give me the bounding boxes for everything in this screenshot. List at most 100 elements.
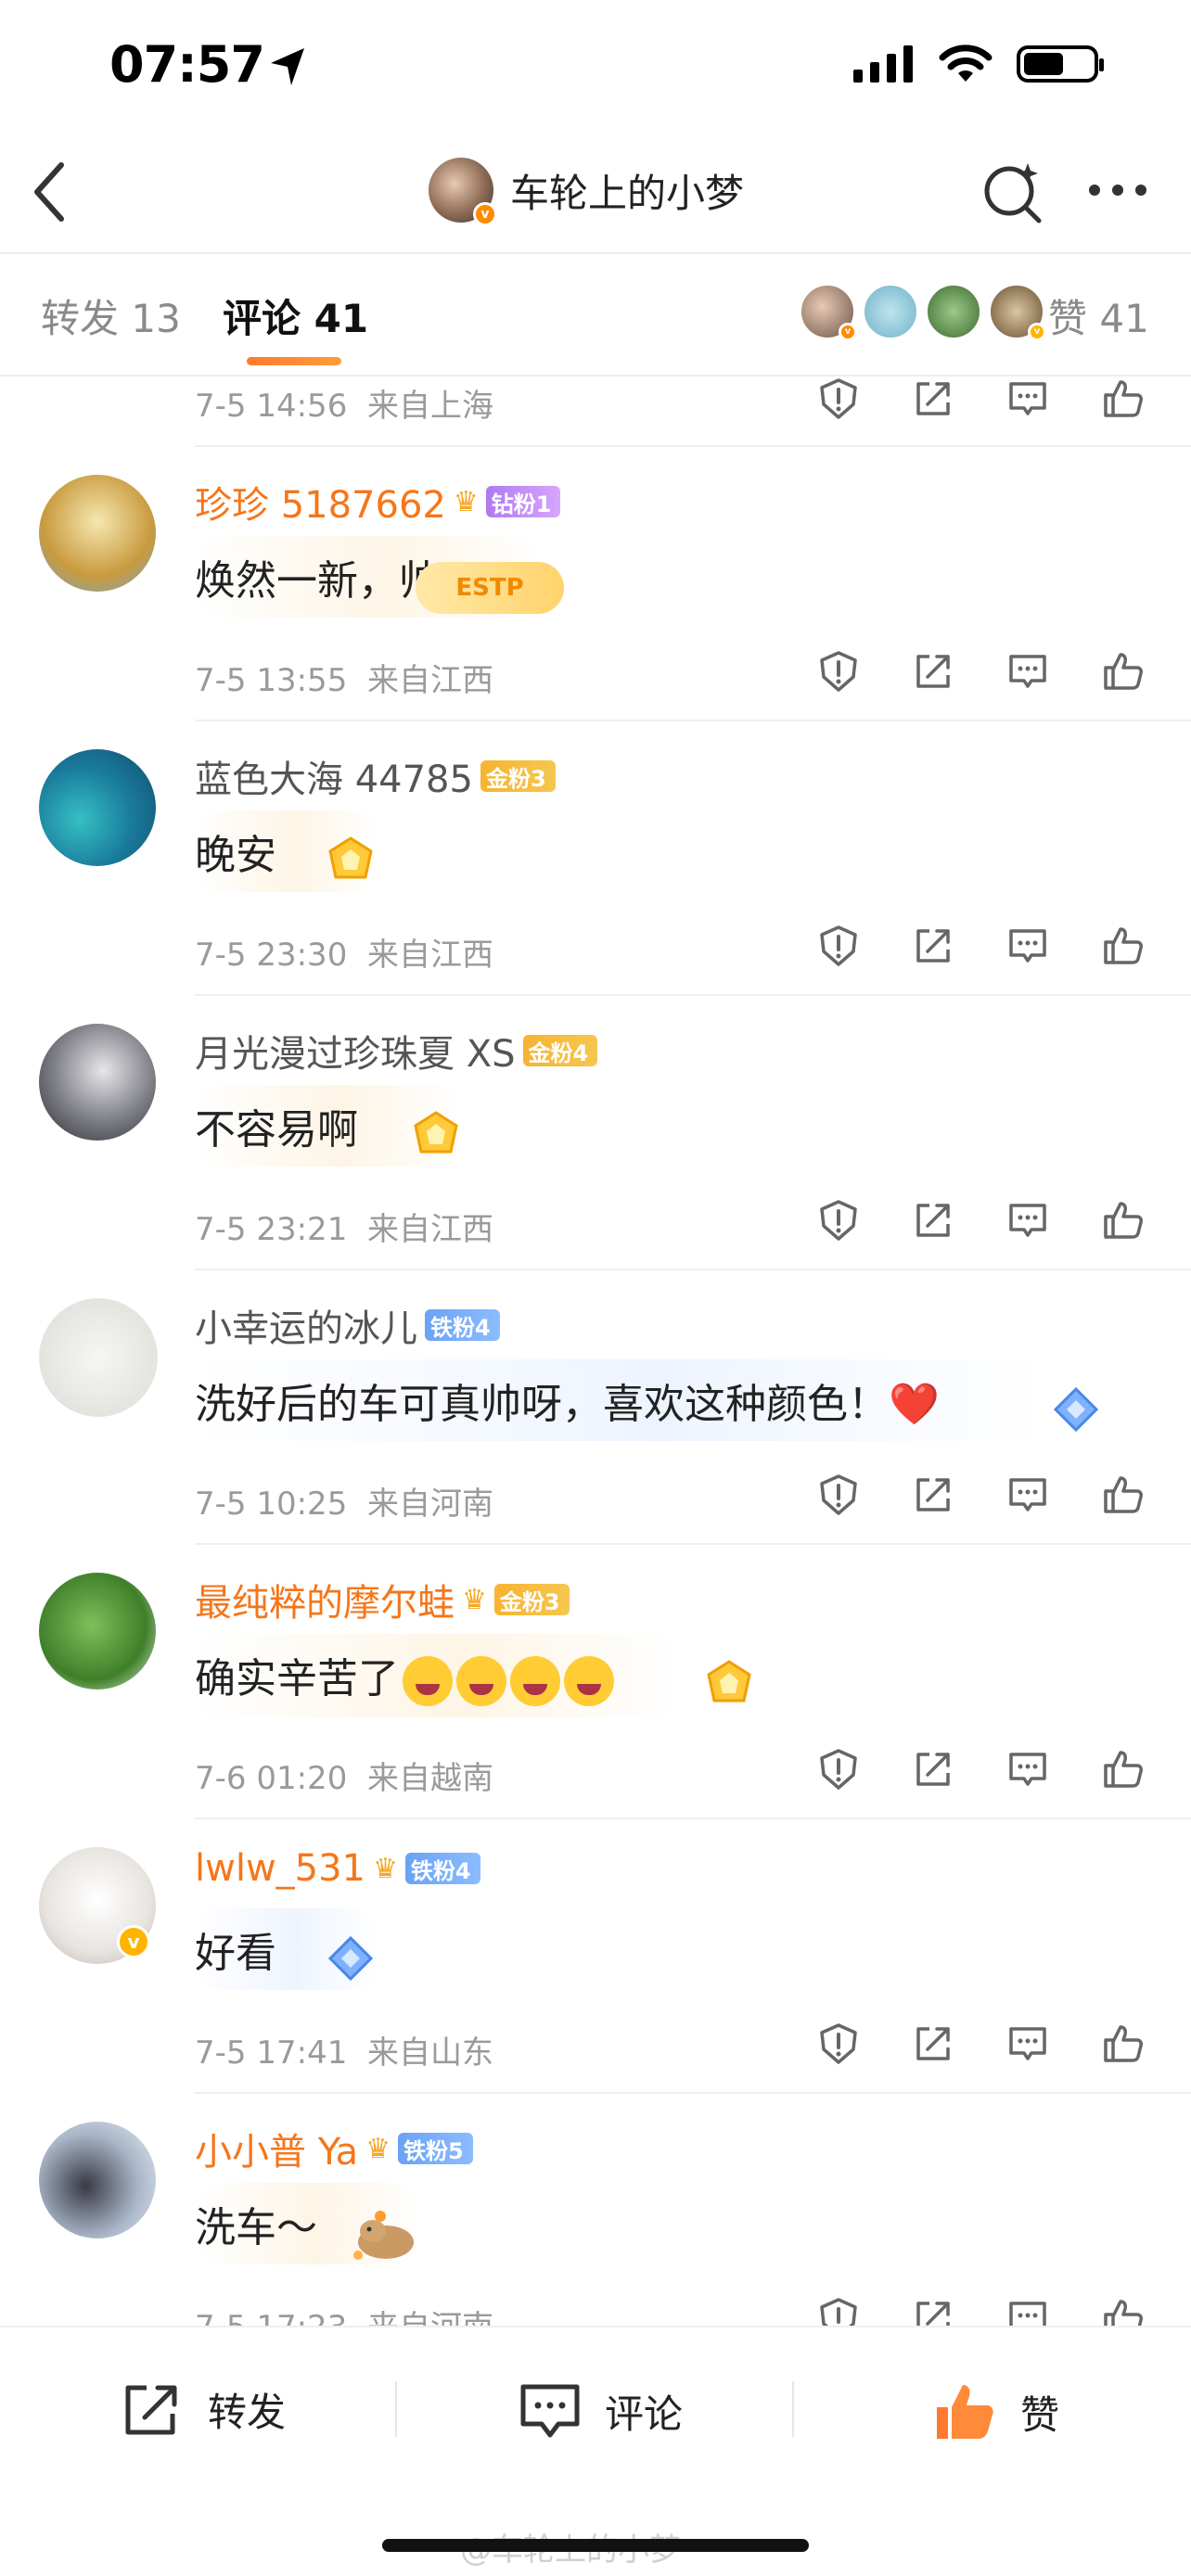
comment-time: 7-5 13:55 [195, 662, 348, 699]
comment-time: 7-5 23:21 [195, 1211, 348, 1248]
commenter-avatar[interactable]: v [39, 1847, 156, 1964]
cellular-signal-icon [853, 45, 913, 83]
status-indicators [853, 45, 1104, 83]
like-thumb-icon[interactable] [1100, 1747, 1145, 1792]
reply-icon[interactable] [1005, 2021, 1050, 2066]
more-options-icon[interactable] [1085, 176, 1150, 204]
like-thumb-icon[interactable] [1100, 2021, 1145, 2066]
reply-icon[interactable] [1005, 1198, 1050, 1243]
reply-icon[interactable] [1005, 1747, 1050, 1792]
reply-icon[interactable] [1005, 649, 1050, 694]
row-divider [195, 445, 1191, 447]
commenter-name[interactable]: 小小普 Ya ♛ 铁粉5 [195, 2122, 473, 2175]
fan-badge: 金粉4 [522, 1035, 598, 1066]
reply-icon[interactable] [1005, 924, 1050, 968]
comment-actions [816, 1747, 1145, 1792]
home-indicator [382, 2539, 809, 2552]
comment-time: 7-6 01:20 [195, 1760, 348, 1797]
commenter-name[interactable]: 最纯粹的摩尔蛙 ♛ 金粉3 [195, 1573, 570, 1626]
commenter-avatar[interactable] [39, 475, 156, 592]
repost-label: 转发 [208, 2390, 287, 2435]
share-icon[interactable] [911, 1747, 955, 1792]
liker-avatar[interactable]: v [989, 284, 1046, 341]
wifi-icon [939, 45, 992, 82]
comment-actions [816, 924, 1145, 968]
commenter-avatar[interactable] [39, 1024, 156, 1141]
comment-time: 7-5 10:25 [195, 1486, 348, 1523]
liker-avatar[interactable] [926, 284, 981, 339]
share-icon[interactable] [911, 649, 955, 694]
commenter-avatar[interactable] [39, 1298, 158, 1417]
report-icon[interactable] [816, 1747, 861, 1792]
laugh-cry-emoji-icon [564, 1656, 614, 1706]
comment-location: 来自江西 [366, 1211, 493, 1248]
blue-diamond-icon [1053, 1386, 1099, 1433]
author-avatar[interactable]: v [429, 158, 497, 226]
nav-divider [0, 252, 1191, 254]
comment-actions [816, 1473, 1145, 1517]
commenter-avatar[interactable] [39, 1573, 156, 1690]
liker-avatars[interactable]: v v [800, 284, 1052, 341]
tab-repost[interactable]: 转发 13 [41, 287, 181, 344]
laugh-cry-emoji-icon [456, 1656, 506, 1706]
comment-meta: 7-5 23:21 来自江西 [195, 1204, 493, 1249]
comment-time: 7-5 23:30 [195, 937, 348, 974]
row-divider [195, 720, 1191, 721]
crown-icon: ♛ [373, 1852, 398, 1885]
commenter-name[interactable]: lwlw_531 ♛ 铁粉4 [195, 1847, 480, 1890]
like-button[interactable]: 赞 [933, 2381, 1059, 2442]
commenter-name[interactable]: 小幸运的冰儿 铁粉4 [195, 1298, 500, 1352]
reply-icon[interactable] [1005, 376, 1050, 421]
comment-button[interactable]: 评论 [518, 2381, 683, 2441]
comment-actions [816, 649, 1145, 694]
like-thumb-icon[interactable] [1100, 924, 1145, 968]
back-chevron-icon[interactable] [28, 159, 74, 224]
share-icon[interactable] [911, 2021, 955, 2066]
liker-avatar[interactable] [863, 284, 918, 339]
report-icon[interactable] [816, 1198, 861, 1243]
comment-icon [520, 2384, 580, 2438]
report-icon[interactable] [816, 924, 861, 968]
gold-medal-icon [414, 1111, 458, 1154]
comment-actions [816, 2021, 1145, 2066]
share-icon[interactable] [911, 924, 955, 968]
report-icon[interactable] [816, 649, 861, 694]
comment-location: 来自河南 [366, 1486, 493, 1523]
liker-avatar[interactable]: v [800, 284, 857, 341]
commenter-name-text: 小幸运的冰儿 [195, 1307, 417, 1350]
like-thumb-icon[interactable] [1100, 649, 1145, 694]
commenter-avatar[interactable] [39, 749, 156, 866]
share-icon[interactable] [911, 376, 955, 421]
commenter-avatar[interactable] [39, 2122, 156, 2238]
estp-sticker-icon: ESTP [416, 562, 564, 614]
tab-comment[interactable]: 评论 41 [223, 287, 368, 344]
crown-icon: ♛ [453, 485, 479, 518]
commenter-name[interactable]: 珍珍 5187662 ♛ 钻粉1 [195, 475, 561, 529]
commenter-name[interactable]: 月光漫过珍珠夏 XS 金粉4 [195, 1024, 598, 1078]
comment-time: 7-5 17:41 [195, 2034, 348, 2072]
search-icon[interactable] [980, 159, 1044, 224]
likes-count[interactable]: 赞 41 [1048, 287, 1149, 344]
like-thumb-icon[interactable] [1100, 1198, 1145, 1243]
fan-badge: 铁粉4 [404, 1853, 480, 1884]
commenter-name-text: lwlw_531 [195, 1847, 366, 1890]
commenter-name[interactable]: 蓝色大海 44785 金粉3 [195, 749, 556, 803]
share-icon[interactable] [911, 1473, 955, 1517]
report-icon[interactable] [816, 2021, 861, 2066]
report-icon[interactable] [816, 1473, 861, 1517]
comment-location: 来自越南 [366, 1760, 493, 1797]
capybara-sticker-icon [353, 2211, 414, 2260]
blue-diamond-icon [327, 1935, 374, 1982]
comment-label: 评论 [605, 2391, 684, 2437]
row-divider [195, 1269, 1191, 1270]
status-time: 07:57 [109, 35, 265, 94]
comment-meta: 7-5 10:25 来自河南 [195, 1478, 493, 1524]
repost-button[interactable]: 转发 [121, 2381, 286, 2438]
reply-icon[interactable] [1005, 1473, 1050, 1517]
battery-icon [1017, 45, 1104, 83]
like-thumb-icon[interactable] [1100, 1473, 1145, 1517]
report-icon[interactable] [816, 376, 861, 421]
share-icon[interactable] [911, 1198, 955, 1243]
nav-author[interactable]: v 车轮上的小梦 [429, 158, 744, 226]
like-thumb-icon[interactable] [1100, 376, 1145, 421]
